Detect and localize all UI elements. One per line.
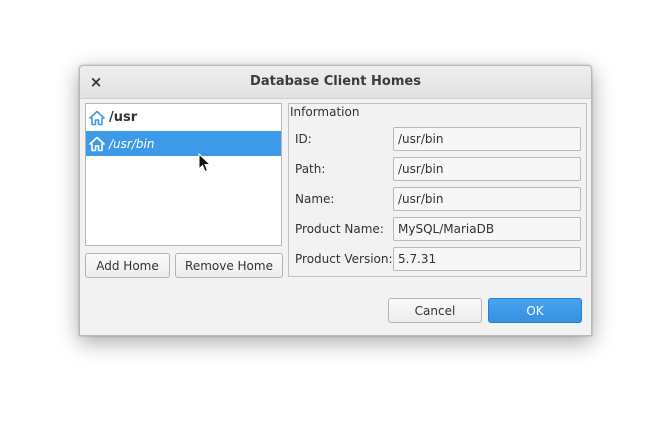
name-label: Name: [295,192,335,206]
product-version-field[interactable]: 5.7.31 [393,247,581,271]
dialog-title: Database Client Homes [250,74,421,89]
remove-home-button[interactable]: Remove Home [175,253,283,278]
path-field[interactable]: /usr/bin [393,157,581,181]
id-field[interactable]: /usr/bin [393,127,581,151]
mouse-pointer-icon [198,152,212,173]
path-label: Path: [295,162,326,176]
information-group: Information ID: /usr/bin Path: /usr/bin … [288,103,587,277]
name-field[interactable]: /usr/bin [393,187,581,211]
database-client-homes-dialog: × Database Client Homes /usr /usr/bin Ad… [79,65,592,336]
ok-button[interactable]: OK [488,298,582,323]
list-item-selected[interactable]: /usr/bin [86,131,281,173]
list-item[interactable]: /usr [86,105,281,130]
cancel-button[interactable]: Cancel [388,298,482,323]
add-home-button[interactable]: Add Home [85,253,170,278]
product-version-label: Product Version: [295,252,393,266]
home-icon [89,110,105,126]
home-icon [89,136,105,152]
list-item-label: /usr [109,110,138,125]
id-label: ID: [295,132,312,146]
product-name-label: Product Name: [295,222,384,236]
homes-list[interactable]: /usr /usr/bin [85,103,282,246]
list-item-label: /usr/bin [109,136,155,151]
information-legend: Information [290,105,360,119]
titlebar: × Database Client Homes [80,66,591,99]
product-name-field[interactable]: MySQL/MariaDB [393,217,581,241]
